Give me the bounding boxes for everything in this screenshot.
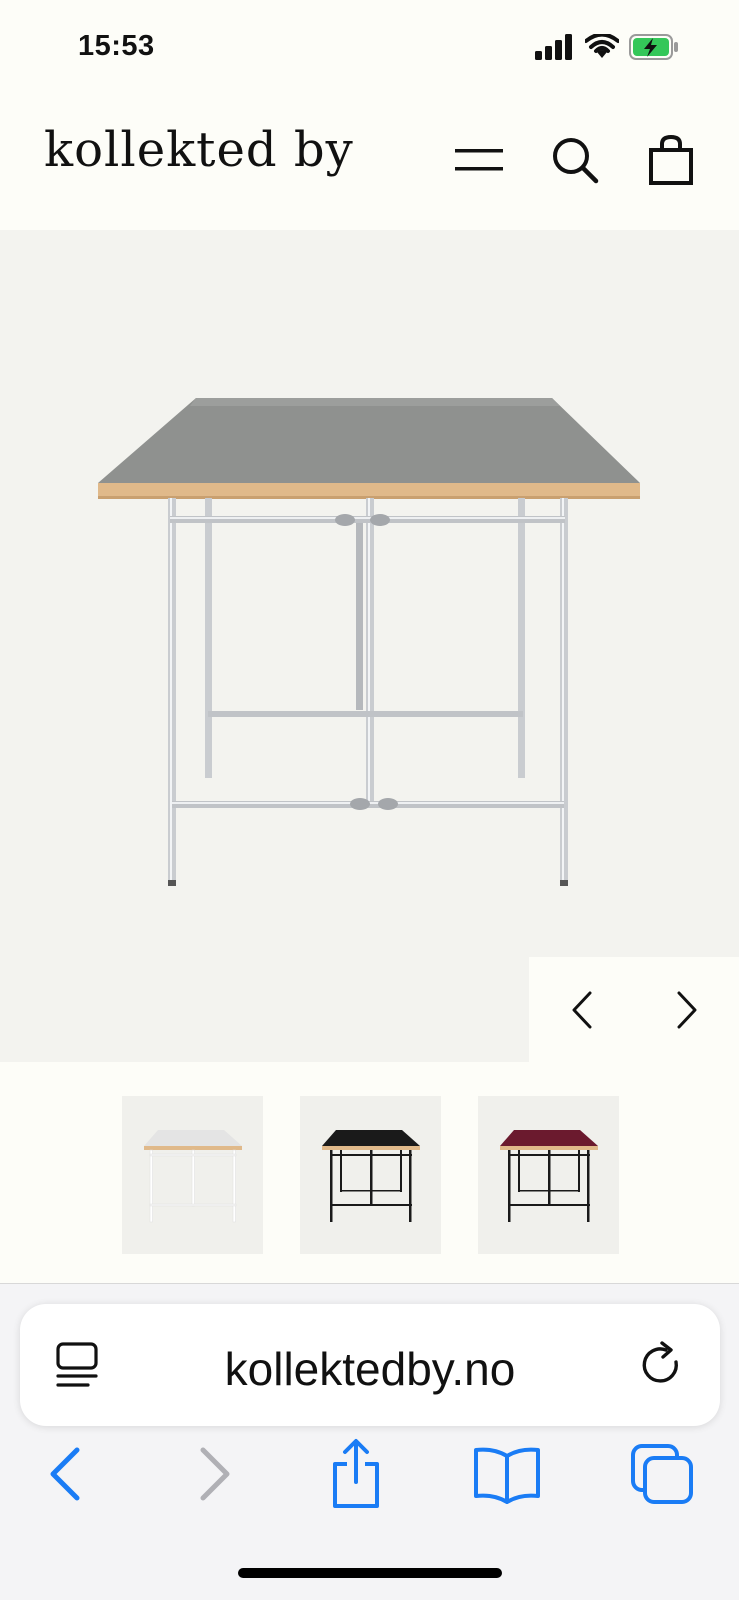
header-actions [451, 132, 699, 188]
forward-icon[interactable] [175, 1434, 255, 1514]
battery-charging-icon [629, 34, 679, 65]
chevron-left-icon[interactable] [552, 980, 612, 1040]
product-image[interactable] [0, 230, 739, 1062]
wifi-icon [584, 32, 620, 65]
tabs-icon[interactable] [622, 1434, 702, 1514]
table-illustration [98, 398, 640, 886]
bookmarks-icon[interactable] [467, 1434, 547, 1514]
signal-icon [535, 34, 575, 65]
status-time: 15:53 [78, 30, 155, 62]
status-icons [535, 32, 679, 65]
shopping-bag-icon[interactable] [643, 132, 699, 188]
share-icon[interactable] [316, 1434, 396, 1514]
url-text: kollektedby.no [224, 1343, 516, 1395]
thumbnail-strip [0, 1062, 739, 1282]
status-bar: 15:53 [0, 0, 739, 100]
browser-toolbar [0, 1434, 739, 1534]
site-logo[interactable]: kollekted by [44, 122, 354, 178]
reload-icon[interactable] [638, 1340, 686, 1395]
site-header: kollekted by [0, 100, 739, 230]
thumbnail-white-table[interactable] [122, 1096, 263, 1254]
chevron-right-icon[interactable] [657, 980, 717, 1040]
browser-chrome: kollektedby.no [0, 1283, 739, 1600]
thumbnail-black-table[interactable] [300, 1096, 441, 1254]
search-icon[interactable] [547, 132, 603, 188]
menu-icon[interactable] [451, 132, 507, 188]
address-bar[interactable]: kollektedby.no [20, 1304, 720, 1426]
carousel-nav [529, 957, 739, 1062]
home-indicator [238, 1568, 502, 1578]
thumbnail-burgundy-table[interactable] [478, 1096, 619, 1254]
back-icon[interactable] [25, 1434, 105, 1514]
